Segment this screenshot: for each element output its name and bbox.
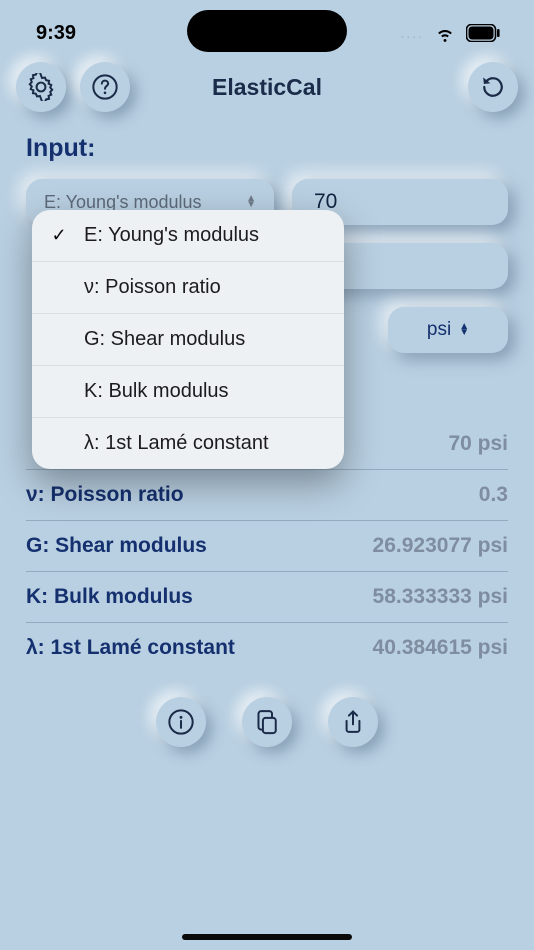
- result-row-shear: G: Shear modulus 26.923077 psi: [26, 521, 508, 572]
- result-value: 70 psi: [448, 432, 508, 456]
- status-time: 9:39: [36, 22, 76, 45]
- result-label: G: Shear modulus: [26, 534, 207, 558]
- result-label: λ: 1st Lamé constant: [26, 636, 235, 660]
- copy-button[interactable]: [242, 697, 292, 747]
- header: ElasticCal: [0, 56, 534, 122]
- notch: [187, 10, 347, 52]
- settings-button[interactable]: [16, 62, 66, 112]
- info-icon: [167, 708, 195, 736]
- reset-button[interactable]: [468, 62, 518, 112]
- help-button[interactable]: [80, 62, 130, 112]
- result-value: 0.3: [479, 483, 508, 507]
- reload-icon: [479, 73, 507, 101]
- dropdown-item-label: E: Young's modulus: [84, 224, 326, 247]
- status-bar: 9:39 ....: [0, 0, 534, 56]
- input-section-title: Input:: [0, 122, 534, 173]
- info-button[interactable]: [156, 697, 206, 747]
- status-dots: ....: [400, 25, 424, 41]
- status-right: ....: [400, 22, 500, 44]
- dropdown-item-label: λ: 1st Lamé constant: [84, 432, 326, 455]
- result-row-poisson: ν: Poisson ratio 0.3: [26, 470, 508, 521]
- gear-icon: [27, 73, 55, 101]
- result-value: 40.384615 psi: [373, 636, 508, 660]
- dropdown-item-shear[interactable]: G: Shear modulus: [32, 314, 344, 366]
- home-indicator: [182, 934, 352, 940]
- dropdown-item-youngs[interactable]: ✓ E: Young's modulus: [32, 210, 344, 262]
- result-value: 26.923077 psi: [373, 534, 508, 558]
- dropdown-item-lame[interactable]: λ: 1st Lamé constant: [32, 418, 344, 469]
- dropdown-item-label: ν: Poisson ratio: [84, 276, 326, 299]
- chevron-up-down-icon: ▲▼: [459, 324, 469, 336]
- dropdown-item-label: K: Bulk modulus: [84, 380, 326, 403]
- dropdown-item-poisson[interactable]: ν: Poisson ratio: [32, 262, 344, 314]
- unit-label: psi: [427, 319, 451, 341]
- share-icon: [339, 708, 367, 736]
- property-dropdown[interactable]: ✓ E: Young's modulus ν: Poisson ratio G:…: [32, 210, 344, 469]
- share-button[interactable]: [328, 697, 378, 747]
- wifi-icon: [434, 22, 456, 44]
- result-label: ν: Poisson ratio: [26, 483, 184, 507]
- question-icon: [91, 73, 119, 101]
- result-row-bulk: K: Bulk modulus 58.333333 psi: [26, 572, 508, 623]
- dropdown-item-label: G: Shear modulus: [84, 328, 326, 351]
- copy-icon: [253, 708, 281, 736]
- chevron-up-down-icon: ▲▼: [246, 196, 256, 208]
- app-title: ElasticCal: [212, 74, 322, 101]
- battery-icon: [466, 24, 500, 42]
- actions-row: [0, 673, 534, 771]
- dropdown-item-bulk[interactable]: K: Bulk modulus: [32, 366, 344, 418]
- result-value: 58.333333 psi: [373, 585, 508, 609]
- unit-selector[interactable]: psi ▲▼: [388, 307, 508, 353]
- result-row-lame: λ: 1st Lamé constant 40.384615 psi: [26, 623, 508, 673]
- check-icon: ✓: [48, 225, 70, 246]
- result-label: K: Bulk modulus: [26, 585, 193, 609]
